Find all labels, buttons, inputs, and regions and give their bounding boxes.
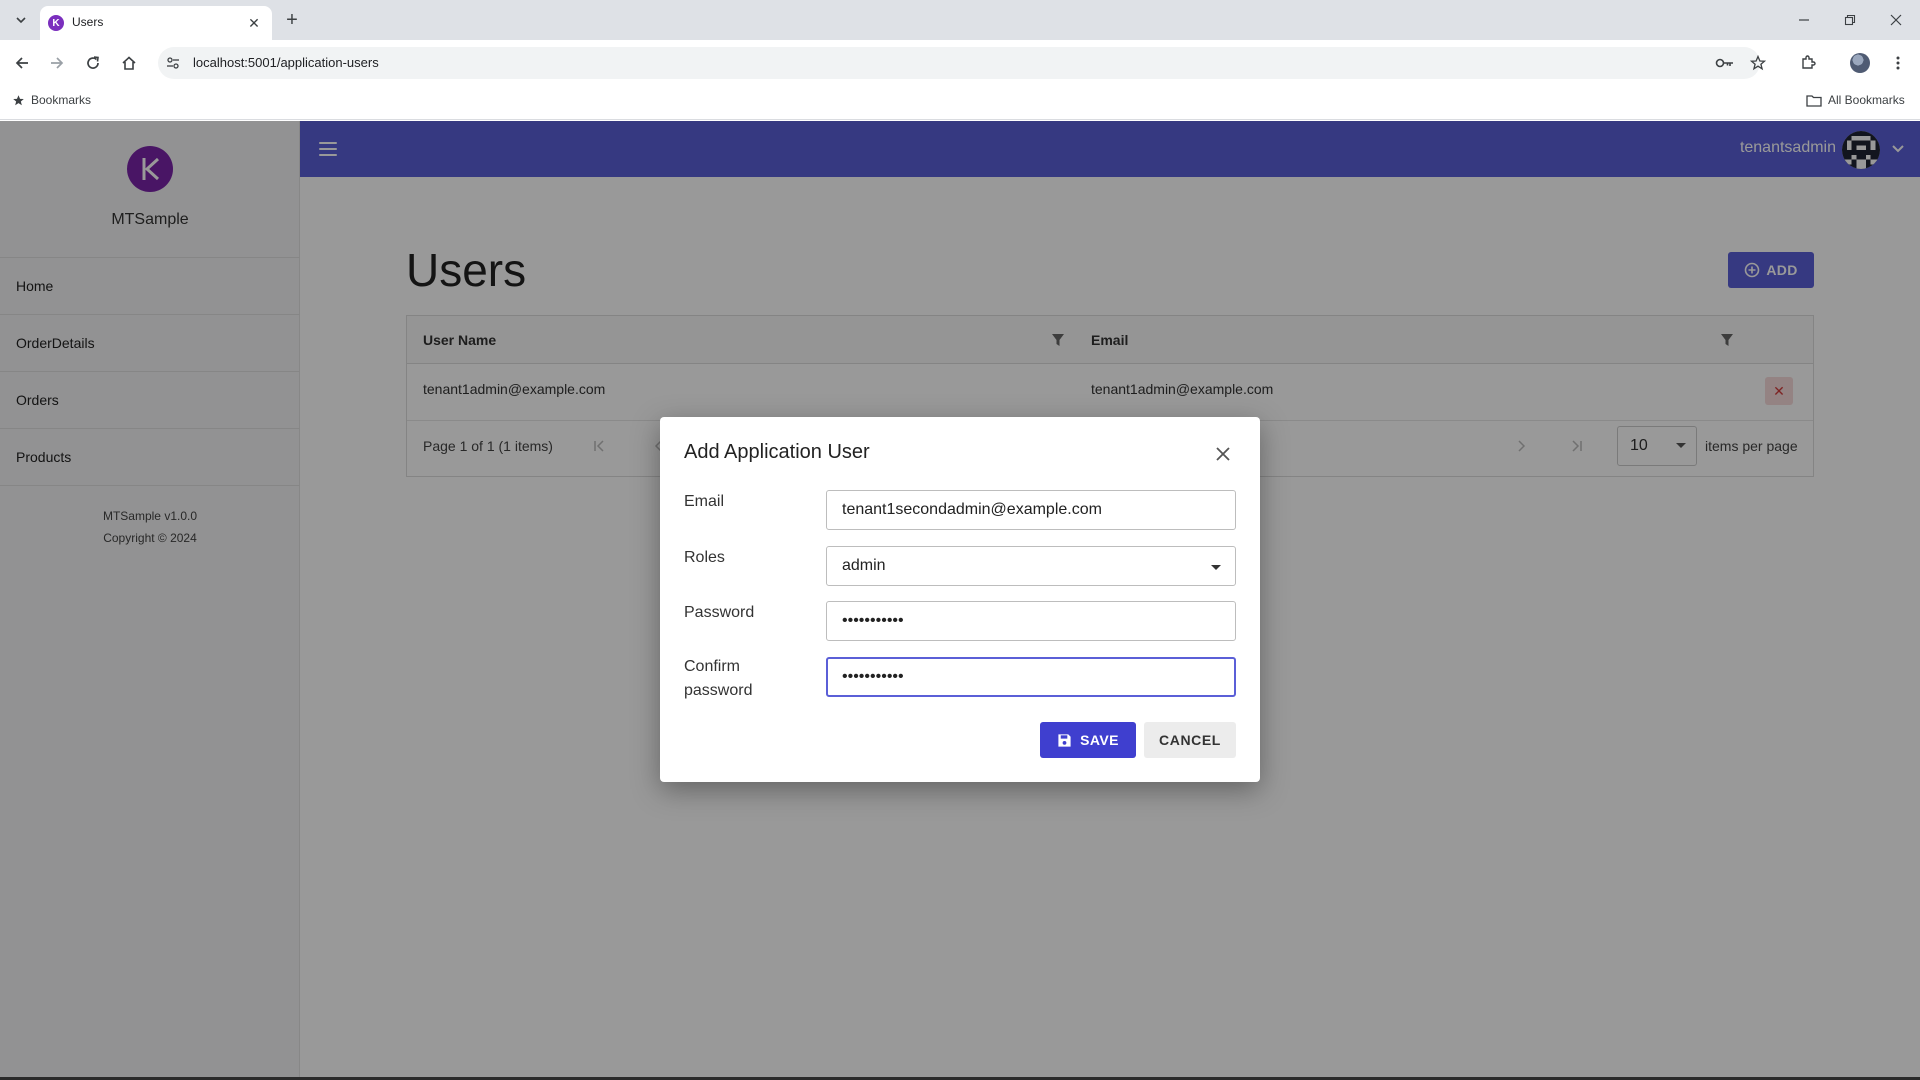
back-icon[interactable] — [7, 48, 37, 78]
site-info-icon[interactable] — [164, 54, 182, 72]
browser-tabstrip: K Users ✕ + — [0, 0, 1920, 40]
reload-icon[interactable] — [78, 48, 108, 78]
email-label: Email — [684, 493, 725, 510]
email-field[interactable] — [826, 490, 1236, 530]
roles-label: Roles — [684, 549, 725, 566]
star-icon — [13, 94, 24, 105]
restore-icon[interactable] — [1836, 6, 1864, 34]
tab-title: Users — [72, 15, 104, 29]
address-bar[interactable] — [158, 47, 1760, 79]
password-field[interactable] — [826, 601, 1236, 641]
all-bookmarks-item[interactable]: All Bookmarks — [1806, 93, 1905, 107]
bookmark-star-icon[interactable] — [1745, 50, 1771, 76]
folder-icon — [1806, 94, 1822, 107]
close-icon[interactable] — [1212, 443, 1234, 465]
cancel-button[interactable]: CANCEL — [1144, 722, 1236, 758]
browser-tab-users[interactable]: K Users ✕ — [40, 6, 272, 40]
minimize-icon[interactable] — [1790, 6, 1818, 34]
roles-select[interactable]: admin — [826, 546, 1236, 586]
save-disk-icon — [1058, 733, 1071, 747]
save-label: SAVE — [1080, 732, 1119, 748]
profile-avatar-icon[interactable] — [1850, 53, 1870, 73]
bookmarks-item[interactable]: Bookmarks — [12, 93, 91, 107]
dropdown-arrow-icon — [1211, 565, 1221, 570]
confirm-password-field[interactable] — [826, 657, 1236, 697]
forward-icon[interactable] — [42, 48, 72, 78]
browser-menu-icon[interactable] — [1885, 50, 1911, 76]
password-label: Password — [684, 604, 755, 621]
close-tab-icon[interactable]: ✕ — [244, 13, 264, 33]
new-tab-icon[interactable]: + — [280, 8, 304, 32]
app-favicon-icon: K — [48, 15, 64, 31]
save-button[interactable]: SAVE — [1040, 722, 1136, 758]
confirm-password-label: Confirm — [684, 658, 741, 675]
url-text[interactable]: localhost:5001/application-users — [193, 55, 379, 70]
dialog-title: Add Application User — [684, 441, 870, 463]
add-user-dialog: Add Application User Email Roles admin P… — [660, 417, 1260, 782]
password-key-icon[interactable] — [1712, 50, 1738, 76]
window-close-icon[interactable] — [1882, 6, 1910, 34]
roles-value: admin — [842, 557, 886, 574]
home-icon[interactable] — [114, 48, 144, 78]
bookmarks-label: Bookmarks — [31, 93, 92, 107]
extensions-icon[interactable] — [1795, 50, 1821, 76]
tab-search-icon[interactable] — [10, 9, 32, 31]
confirm-password-label-line2: password — [684, 682, 753, 699]
bookmarks-bar — [0, 86, 1920, 120]
all-bookmarks-label: All Bookmarks — [1828, 93, 1905, 107]
